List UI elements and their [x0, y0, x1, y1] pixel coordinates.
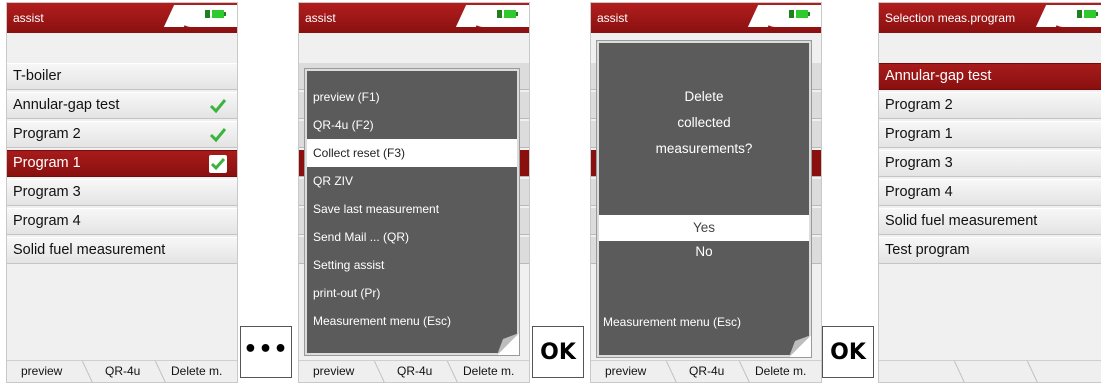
- list-item[interactable]: Program 2: [7, 121, 237, 148]
- list-item[interactable]: Test program: [879, 237, 1101, 264]
- title-bar: assist: [299, 3, 529, 33]
- softkey-preview[interactable]: preview: [313, 364, 354, 378]
- softkey-qr-4u[interactable]: QR-4u: [105, 364, 140, 378]
- menu-item-setting-assist[interactable]: Setting assist: [307, 251, 517, 279]
- battery-icon: [1077, 9, 1101, 19]
- screen-assist-list: assist T-boiler Annular-gap test Program…: [6, 2, 238, 383]
- list-item[interactable]: Program 4: [879, 179, 1101, 206]
- title-bar: Selection meas.program: [879, 3, 1101, 33]
- battery-icon: [789, 9, 813, 19]
- title-bar: assist: [591, 3, 821, 33]
- list-item[interactable]: Program 2: [879, 92, 1101, 119]
- confirm-dialog: Delete collected measurements? Yes No Me…: [597, 41, 811, 357]
- softkey-delete[interactable]: Delete m.: [463, 364, 514, 378]
- list-item[interactable]: Program 4: [7, 208, 237, 235]
- screen-selection-program: Selection meas.program Annular-gap test …: [878, 2, 1101, 383]
- softkey-bar: [879, 360, 1101, 382]
- list-item-selected[interactable]: Program 1: [7, 150, 237, 177]
- title: Selection meas.program: [885, 11, 1016, 25]
- softkey-delete[interactable]: Delete m.: [755, 364, 806, 378]
- title: assist: [305, 11, 336, 25]
- softkey-preview[interactable]: preview: [605, 364, 646, 378]
- title: assist: [13, 11, 44, 25]
- list-item[interactable]: Program 3: [879, 150, 1101, 177]
- title-bar: assist: [7, 3, 237, 33]
- dialog-text-line: Delete: [684, 89, 724, 104]
- list-item-selected[interactable]: Annular-gap test: [879, 63, 1101, 90]
- battery-icon: [205, 9, 229, 19]
- check-icon: [209, 155, 227, 173]
- program-list: Annular-gap test Program 2 Program 1 Pro…: [879, 63, 1101, 266]
- measurement-menu-option[interactable]: Measurement menu (Esc): [603, 315, 741, 329]
- menu-item-send-mail[interactable]: Send Mail ... (QR): [307, 223, 517, 251]
- check-icon: [209, 126, 227, 144]
- screen-assist-menu: assist preview (F1) QR-4u (F2) Collect r…: [298, 2, 530, 383]
- softkey-bar: preview QR-4u Delete m.: [299, 360, 529, 382]
- menu-item-measurement-menu[interactable]: Measurement menu (Esc): [307, 307, 517, 335]
- list-item[interactable]: Annular-gap test: [7, 92, 237, 119]
- check-icon: [209, 97, 227, 115]
- dialog-text-line: measurements?: [655, 141, 753, 156]
- softkey-qr-4u[interactable]: QR-4u: [397, 364, 432, 378]
- menu-item-qr-4u[interactable]: QR-4u (F2): [307, 111, 517, 139]
- softkey-qr-4u[interactable]: QR-4u: [689, 364, 724, 378]
- page-corner-icon: [789, 335, 811, 357]
- no-option[interactable]: No: [599, 239, 809, 265]
- context-menu: preview (F1) QR-4u (F2) Collect reset (F…: [305, 69, 519, 355]
- list-item[interactable]: Solid fuel measurement: [879, 208, 1101, 235]
- battery-icon: [497, 9, 521, 19]
- program-list: T-boiler Annular-gap test Program 2 Prog…: [7, 63, 237, 266]
- menu-item-print-out[interactable]: print-out (Pr): [307, 279, 517, 307]
- menu-item-collect-reset[interactable]: Collect reset (F3): [307, 139, 517, 167]
- ok-button[interactable]: OK: [532, 326, 584, 378]
- screen-assist-confirm: assist Delete collected measurements? Ye…: [590, 2, 822, 383]
- ok-button[interactable]: OK: [822, 326, 874, 378]
- softkey-delete[interactable]: Delete m.: [171, 364, 222, 378]
- menu-item-save-last[interactable]: Save last measurement: [307, 195, 517, 223]
- softkey-bar: preview QR-4u Delete m.: [591, 360, 821, 382]
- more-button[interactable]: •••: [240, 326, 292, 378]
- list-item[interactable]: Solid fuel measurement: [7, 237, 237, 264]
- yes-option[interactable]: Yes: [599, 215, 809, 241]
- menu-item-preview[interactable]: preview (F1): [307, 83, 517, 111]
- softkey-preview[interactable]: preview: [21, 364, 62, 378]
- title: assist: [597, 11, 628, 25]
- list-item[interactable]: Program 3: [7, 179, 237, 206]
- dialog-text-line: collected: [677, 115, 731, 130]
- list-item[interactable]: T-boiler: [7, 63, 237, 90]
- page-corner-icon: [497, 333, 519, 355]
- list-item[interactable]: Program 1: [879, 121, 1101, 148]
- softkey-bar: preview QR-4u Delete m.: [7, 360, 237, 382]
- menu-item-qr-ziv[interactable]: QR ZIV: [307, 167, 517, 195]
